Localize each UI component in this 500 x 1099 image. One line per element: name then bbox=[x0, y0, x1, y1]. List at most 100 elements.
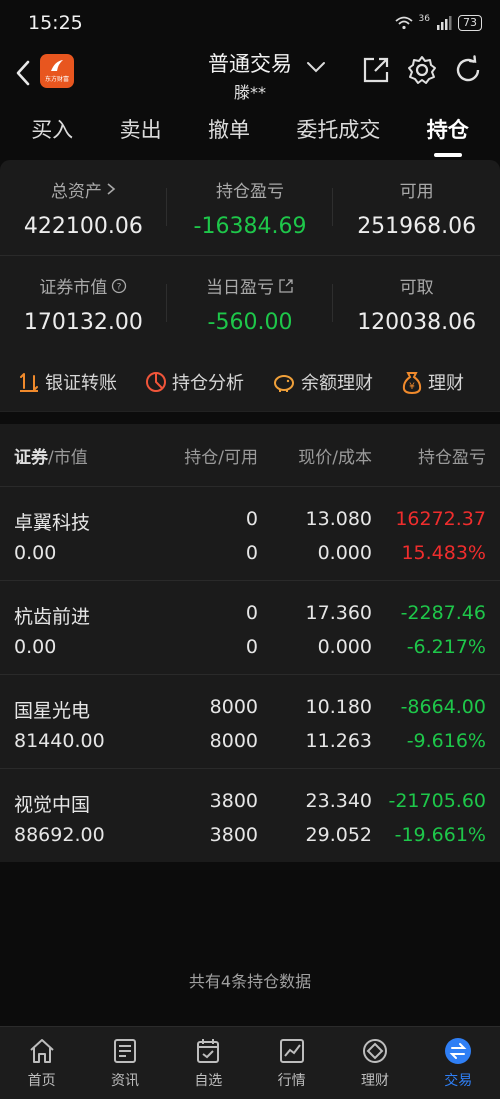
withdrawable-funds: 可取 120038.06 bbox=[333, 256, 500, 352]
nav-home[interactable]: 首页 bbox=[0, 1027, 83, 1099]
position-qty: 0 bbox=[245, 602, 258, 624]
quick-wealth[interactable]: ¥ 理财 bbox=[401, 369, 464, 395]
account-summary: 总资产 422100.06 持仓盈亏 -16384.69 可用 251968.0… bbox=[0, 160, 500, 352]
header-pl[interactable]: 持仓盈亏 bbox=[418, 443, 486, 468]
quick-transfer-label: 银证转账 bbox=[45, 372, 117, 394]
header-market-value[interactable]: /市值 bbox=[48, 448, 88, 468]
wifi-icon bbox=[394, 16, 413, 30]
total-assets[interactable]: 总资产 422100.06 bbox=[0, 160, 167, 255]
total-assets-value: 422100.06 bbox=[23, 213, 143, 239]
tab-positions[interactable]: 持仓 bbox=[423, 114, 473, 144]
position-pl: -21705.60 bbox=[388, 790, 486, 812]
cost-price: 29.052 bbox=[305, 824, 372, 846]
daily-pl-value: -560.00 bbox=[207, 310, 293, 335]
quick-analysis-label: 持仓分析 bbox=[172, 372, 244, 394]
stock-name: 杭齿前进 bbox=[14, 606, 91, 628]
position-pl-percent: -9.616% bbox=[406, 730, 486, 752]
stock-market-value: 81440.00 bbox=[14, 730, 105, 752]
stock-name: 国星光电 bbox=[14, 700, 91, 722]
status-icons: 36 73 bbox=[394, 14, 482, 31]
cost-price: 0.000 bbox=[317, 542, 372, 564]
available-qty: 0 bbox=[245, 636, 258, 658]
stock-market-value: 88692.00 bbox=[14, 824, 105, 846]
pie-chart-icon bbox=[146, 371, 166, 392]
share-icon[interactable] bbox=[360, 54, 392, 86]
market-value: 证券市值? 170132.00 bbox=[0, 256, 167, 352]
available-value: 251968.06 bbox=[357, 213, 477, 239]
market-chart-icon bbox=[279, 1039, 304, 1063]
tab-buy[interactable]: 买入 bbox=[27, 114, 77, 144]
quick-transfer[interactable]: 银证转账 bbox=[18, 369, 117, 395]
position-pl: -8664.00 bbox=[400, 696, 486, 718]
table-row[interactable]: 卓翼科技 0 13.080 16272.37 0.00 0 0.000 15.483% bbox=[0, 486, 500, 580]
tab-orders[interactable]: 委托成交 bbox=[292, 114, 384, 144]
position-pl: 16272.37 bbox=[395, 508, 486, 530]
refresh-icon[interactable] bbox=[452, 54, 484, 86]
market-value-label: 证券市值 bbox=[39, 278, 108, 298]
money-bag-icon: ¥ bbox=[402, 371, 422, 394]
position-qty: 8000 bbox=[209, 696, 258, 718]
status-time: 15:25 bbox=[28, 12, 83, 34]
trade-icon bbox=[445, 1038, 472, 1064]
chevron-down-icon[interactable] bbox=[306, 60, 326, 74]
settings-gear-icon[interactable] bbox=[406, 54, 438, 86]
help-icon[interactable]: ? bbox=[111, 278, 127, 294]
available-qty: 0 bbox=[245, 542, 258, 564]
svg-text:¥: ¥ bbox=[409, 382, 415, 392]
position-pl: -2287.46 bbox=[400, 602, 486, 624]
table-header: 证券/市值 持仓/可用 现价/成本 持仓盈亏 bbox=[0, 424, 500, 486]
external-link-icon[interactable] bbox=[278, 278, 294, 294]
transfer-icon bbox=[20, 372, 38, 392]
nav-market[interactable]: 行情 bbox=[250, 1027, 333, 1099]
header: 东方财富 普通交易 滕** bbox=[0, 46, 500, 102]
quick-wealth-label: 理财 bbox=[428, 372, 464, 394]
total-assets-label: 总资产 bbox=[50, 181, 102, 202]
nav-wealth[interactable]: 理财 bbox=[333, 1027, 416, 1099]
svg-text:?: ? bbox=[117, 282, 122, 292]
current-price: 10.180 bbox=[305, 696, 372, 718]
table-row[interactable]: 视觉中国 3800 23.340 -21705.60 88692.00 3800 29.05… bbox=[0, 768, 500, 862]
stock-market-value: 0.00 bbox=[14, 542, 57, 564]
tab-cancel[interactable]: 撤单 bbox=[204, 114, 254, 144]
battery-indicator: 73 bbox=[458, 15, 482, 31]
nav-watchlist-label: 自选 bbox=[194, 1073, 223, 1089]
trade-tabs: 买入 卖出 撤单 委托成交 持仓 bbox=[0, 100, 500, 158]
available-qty: 3800 bbox=[209, 824, 258, 846]
daily-pl: 当日盈亏 -560.00 bbox=[167, 256, 334, 352]
current-price: 13.080 bbox=[305, 508, 372, 530]
nav-trade[interactable]: 交易 bbox=[417, 1027, 500, 1099]
tab-sell[interactable]: 卖出 bbox=[116, 114, 166, 144]
cost-price: 11.263 bbox=[305, 730, 372, 752]
nav-watchlist[interactable]: 自选 bbox=[167, 1027, 250, 1099]
table-row[interactable]: 杭齿前进 0 17.360 -2287.46 0.00 0 0.000 -6.217% bbox=[0, 580, 500, 674]
position-pl-percent: -6.217% bbox=[406, 636, 486, 658]
stock-market-value: 0.00 bbox=[14, 636, 57, 658]
current-price: 17.360 bbox=[305, 602, 372, 624]
daily-pl-label: 当日盈亏 bbox=[206, 278, 274, 298]
news-icon bbox=[113, 1039, 136, 1063]
bottom-nav: 首页 资讯 自选 行情 理财 交易 bbox=[0, 1026, 500, 1099]
quick-analysis[interactable]: 持仓分析 bbox=[145, 369, 244, 395]
nav-news-label: 资讯 bbox=[110, 1073, 139, 1089]
stock-name: 卓翼科技 bbox=[14, 512, 91, 534]
nav-trade-label: 交易 bbox=[444, 1073, 473, 1089]
stock-name: 视觉中国 bbox=[14, 794, 91, 816]
header-position[interactable]: 持仓/可用 bbox=[184, 443, 258, 468]
header-security[interactable]: 证券 bbox=[14, 448, 48, 468]
position-qty: 3800 bbox=[209, 790, 258, 812]
quick-balance-wealth[interactable]: 余额理财 bbox=[272, 369, 373, 395]
cost-price: 0.000 bbox=[317, 636, 372, 658]
nav-home-label: 首页 bbox=[27, 1073, 56, 1089]
signal-icon bbox=[437, 16, 452, 30]
footer-note: 共有4条持仓数据 bbox=[188, 972, 312, 991]
watchlist-icon bbox=[197, 1039, 220, 1063]
piggy-bank-icon bbox=[274, 374, 294, 392]
withdrawable-label: 可取 bbox=[399, 278, 434, 298]
nav-news[interactable]: 资讯 bbox=[83, 1027, 166, 1099]
table-row[interactable]: 国星光电 8000 10.180 -8664.00 81440.00 8000 11.263… bbox=[0, 674, 500, 768]
quick-balance-wealth-label: 余额理财 bbox=[301, 372, 373, 394]
header-price[interactable]: 现价/成本 bbox=[298, 443, 372, 468]
position-pl-label: 持仓盈亏 bbox=[216, 181, 284, 202]
home-icon bbox=[29, 1039, 54, 1063]
position-qty: 0 bbox=[245, 508, 258, 530]
